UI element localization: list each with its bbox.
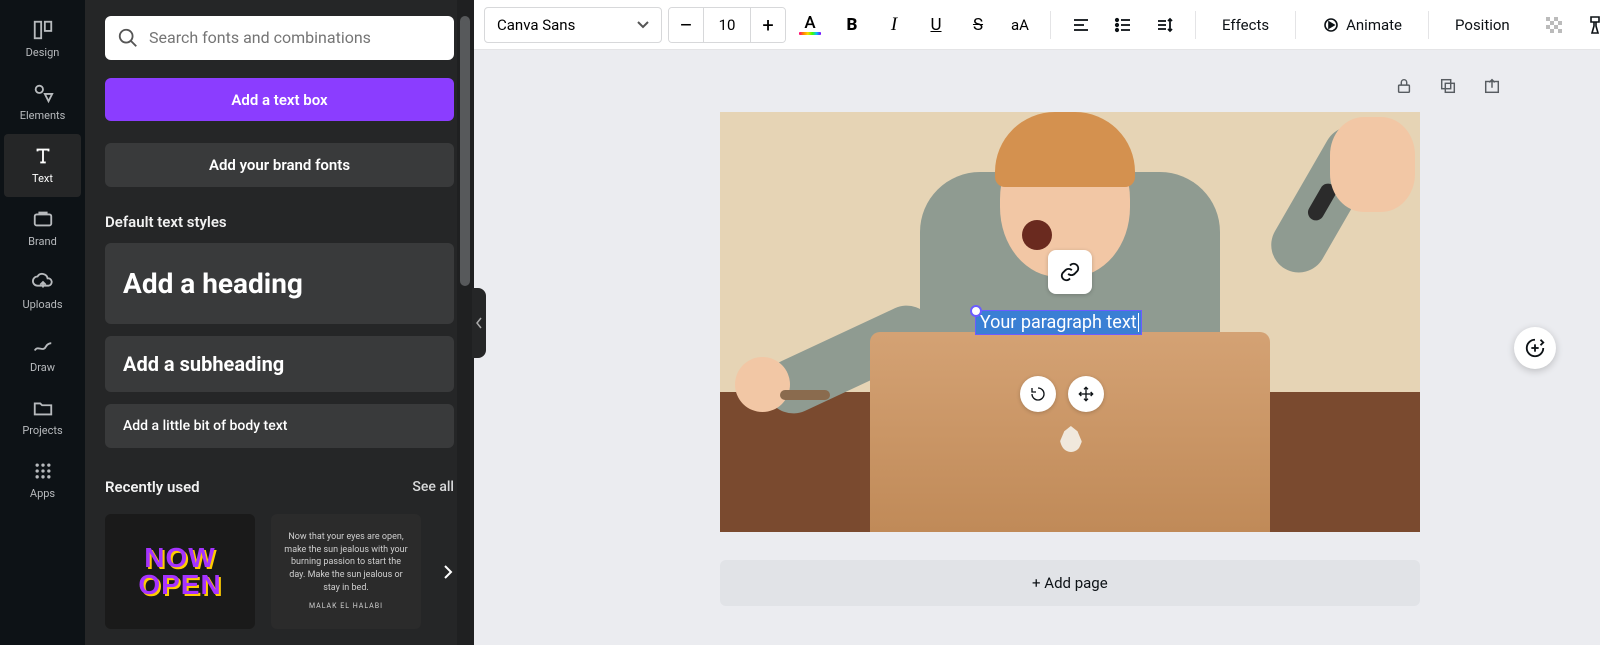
draw-icon	[31, 333, 55, 357]
search-input[interactable]	[149, 28, 442, 47]
quote-text: Now that your eyes are open, make the su…	[283, 531, 409, 594]
case-button[interactable]: aA	[1002, 7, 1038, 43]
bold-button[interactable]: B	[834, 7, 870, 43]
export-page-button[interactable]	[1480, 74, 1504, 98]
ai-assist-button[interactable]	[1514, 327, 1556, 369]
apps-icon	[31, 459, 55, 483]
projects-icon	[31, 396, 55, 420]
divider	[1195, 11, 1196, 39]
uploads-icon	[31, 270, 55, 294]
text-icon	[31, 144, 55, 168]
nav-label: Apps	[30, 487, 55, 500]
nav-label: Elements	[20, 109, 66, 122]
add-page-button[interactable]: + Add page	[720, 560, 1420, 606]
move-button[interactable]	[1068, 376, 1104, 412]
text-element[interactable]: Your paragraph text	[975, 310, 1142, 335]
add-brand-fonts-button[interactable]: Add your brand fonts	[105, 143, 454, 187]
duplicate-page-button[interactable]	[1436, 74, 1460, 98]
recent-card-quote[interactable]: Now that your eyes are open, make the su…	[271, 514, 421, 629]
position-button[interactable]: Position	[1441, 7, 1524, 43]
text-toolbar: Canva Sans – + A B I U S aA Effects Anim…	[474, 0, 1600, 50]
color-bar-icon	[799, 32, 821, 35]
nav-label: Draw	[30, 361, 55, 374]
animate-button[interactable]: Animate	[1308, 7, 1416, 43]
nav-uploads[interactable]: Uploads	[0, 260, 85, 323]
animate-label: Animate	[1346, 16, 1402, 34]
nav-label: Design	[26, 46, 60, 59]
element-actions	[1020, 376, 1104, 412]
link-button[interactable]	[1048, 250, 1092, 294]
decrease-size-button[interactable]: –	[669, 8, 703, 42]
copy-style-button[interactable]	[1578, 7, 1600, 43]
elements-icon	[31, 81, 55, 105]
add-body-text-button[interactable]: Add a little bit of body text	[105, 404, 454, 448]
nav-rail: Design Elements Text Brand Uploads Draw …	[0, 0, 85, 645]
recently-used-label: Recently used	[105, 478, 200, 496]
nav-label: Text	[32, 172, 53, 185]
align-button[interactable]	[1063, 7, 1099, 43]
default-styles-label: Default text styles	[105, 213, 454, 231]
italic-button[interactable]: I	[876, 7, 912, 43]
text-cursor	[1138, 313, 1139, 332]
nav-draw[interactable]: Draw	[0, 323, 85, 386]
text-color-button[interactable]: A	[792, 7, 828, 43]
nav-apps[interactable]: Apps	[0, 449, 85, 512]
nav-projects[interactable]: Projects	[0, 386, 85, 449]
text-element-content: Your paragraph text	[980, 312, 1137, 333]
underline-button[interactable]: U	[918, 7, 954, 43]
add-text-box-button[interactable]: Add a text box	[105, 78, 454, 122]
brand-icon	[31, 207, 55, 231]
font-name: Canva Sans	[497, 16, 575, 34]
add-heading-button[interactable]: Add a heading	[105, 243, 454, 324]
recent-row: NOW OPEN Now that your eyes are open, ma…	[105, 514, 454, 629]
divider	[1428, 11, 1429, 39]
quote-author: MALAK EL HALABI	[309, 602, 383, 612]
font-size-group: – +	[668, 7, 786, 43]
animate-icon	[1322, 16, 1340, 34]
effects-button[interactable]: Effects	[1208, 7, 1283, 43]
nav-text[interactable]: Text	[4, 134, 81, 197]
canvas-page[interactable]: Your paragraph text	[720, 112, 1420, 532]
add-subheading-button[interactable]: Add a subheading	[105, 336, 454, 392]
lock-page-button[interactable]	[1392, 74, 1416, 98]
chevron-down-icon	[637, 21, 649, 29]
font-family-select[interactable]: Canva Sans	[484, 7, 662, 43]
strikethrough-button[interactable]: S	[960, 7, 996, 43]
rotate-button[interactable]	[1020, 376, 1056, 412]
font-size-input[interactable]	[703, 8, 751, 42]
increase-size-button[interactable]: +	[751, 8, 785, 42]
scrollbar-thumb[interactable]	[460, 16, 470, 286]
search-icon	[117, 27, 139, 49]
editor-area: Canva Sans – + A B I U S aA Effects Anim…	[474, 0, 1600, 645]
resize-handle[interactable]	[970, 305, 982, 317]
nav-label: Brand	[28, 235, 57, 248]
nav-brand[interactable]: Brand	[0, 197, 85, 260]
recent-card-nowopen[interactable]: NOW OPEN	[105, 514, 255, 629]
design-icon	[31, 18, 55, 42]
nowopen-line1: NOW	[144, 545, 215, 572]
collapse-panel-button[interactable]	[472, 288, 486, 358]
canvas-zone: Your paragraph text + Add page	[474, 50, 1600, 645]
page-controls	[1392, 74, 1504, 98]
nowopen-line2: OPEN	[138, 572, 221, 599]
nav-label: Uploads	[22, 298, 62, 311]
search-box[interactable]	[105, 16, 454, 60]
nav-elements[interactable]: Elements	[0, 71, 85, 134]
spacing-button[interactable]	[1147, 7, 1183, 43]
see-all-link[interactable]: See all	[412, 479, 454, 495]
transparency-button[interactable]	[1536, 7, 1572, 43]
text-panel: Add a text box Add your brand fonts Defa…	[85, 0, 474, 645]
text-color-letter: A	[804, 15, 815, 32]
divider	[1295, 11, 1296, 39]
list-button[interactable]	[1105, 7, 1141, 43]
nav-label: Projects	[22, 424, 62, 437]
divider	[1050, 11, 1051, 39]
nav-design[interactable]: Design	[0, 8, 85, 71]
